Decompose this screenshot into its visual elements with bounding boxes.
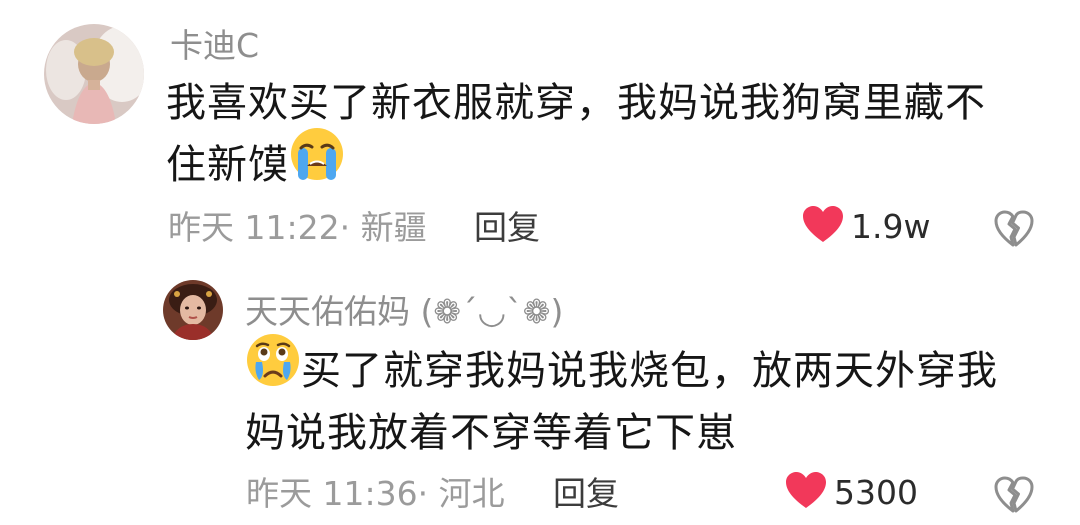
broken-heart-icon [994,476,1034,518]
crying-face-with-tears-icon [245,332,301,406]
comment-meta: 昨天 11:22· 新疆 [168,208,427,248]
reply-text: 买了就穿我妈说我烧包，放两天外穿我 妈说我放着不穿等着它下崽 [245,334,998,464]
comment-username[interactable]: 卡迪C [170,26,259,66]
reply-meta: 昨天 11:36· 河北 [246,474,505,514]
comment-thread: 卡迪C 我喜欢买了新衣服就穿，我妈说我狗窝里藏不 住新馍 昨天 11:22· 新… [0,0,1080,525]
comment-text-line-content: 住新馍 [166,142,289,188]
reply-like-button[interactable]: 5300 [786,472,918,514]
like-count: 5300 [834,473,918,512]
reply-reply-button[interactable]: 回复 [553,474,619,514]
heart-icon [803,206,843,248]
avatar[interactable] [44,24,144,124]
reply-text-line: 妈说我放着不穿等着它下崽 [245,410,737,456]
heart-icon [786,472,826,514]
comment-text: 我喜欢买了新衣服就穿，我妈说我狗窝里藏不 住新馍 [166,72,986,196]
reply-button[interactable]: 回复 [474,208,540,248]
reply-dislike-button[interactable] [994,476,1034,518]
like-count: 1.9w [851,207,931,246]
comment-text-line: 住新馍 [166,128,986,196]
reply-text-line-content: 买了就穿我妈说我烧包，放两天外穿我 [301,348,998,394]
reply-text-line: 买了就穿我妈说我烧包，放两天外穿我 [245,334,998,402]
loudly-crying-face-icon [289,126,345,200]
comment-time: 昨天 11:22 [168,208,340,247]
broken-heart-icon [994,210,1034,252]
dislike-button[interactable] [994,210,1034,252]
reply-username[interactable]: 天天佑佑妈 (❁´◡`❁) [245,292,563,332]
reply-time: 昨天 11:36 [246,474,418,513]
comment-location: · 新疆 [339,208,427,247]
like-button[interactable]: 1.9w [803,206,930,248]
reply-location: · 河北 [417,474,505,513]
reply-avatar[interactable] [163,280,223,340]
comment-text-line: 我喜欢买了新衣服就穿，我妈说我狗窝里藏不 [166,80,986,126]
